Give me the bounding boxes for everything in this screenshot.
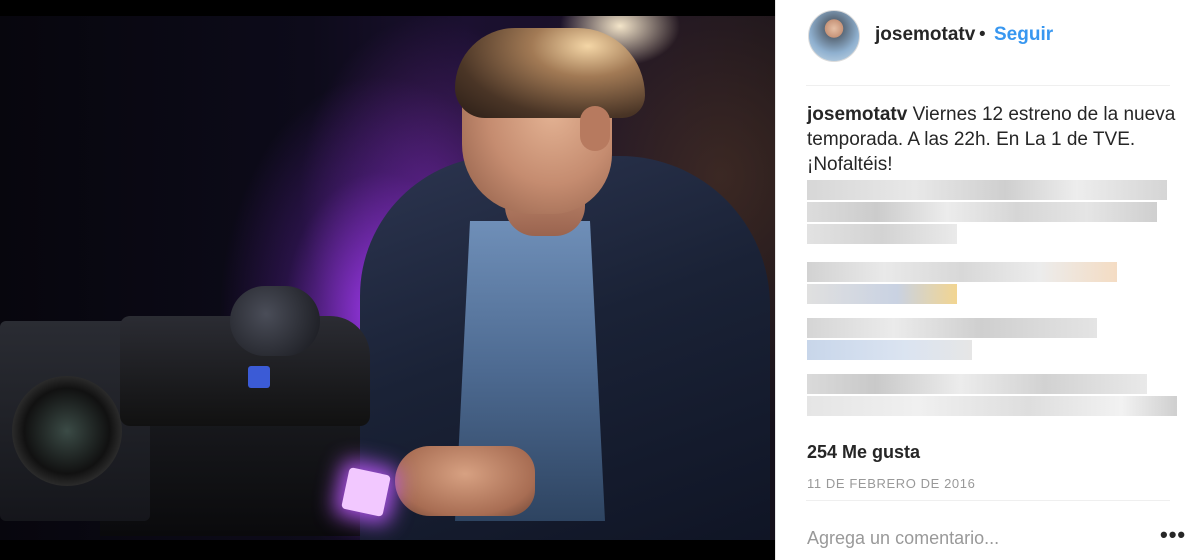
likes-count[interactable]: 254 Me gusta bbox=[807, 442, 920, 463]
blurred-comment-row bbox=[807, 340, 972, 360]
blurred-comment-row bbox=[807, 202, 1157, 222]
blurred-comment-row bbox=[807, 180, 1167, 200]
blurred-comments bbox=[807, 180, 1177, 428]
post-date: 11 DE FEBRERO DE 2016 bbox=[807, 476, 976, 491]
blurred-comment-row bbox=[807, 374, 1147, 394]
post-caption: josemotatv Viernes 12 estreno de la nuev… bbox=[807, 102, 1177, 177]
blurred-comment-row bbox=[807, 396, 1177, 416]
post-header: josemotatv • Seguir bbox=[776, 0, 1200, 86]
profile-avatar[interactable] bbox=[808, 10, 860, 62]
photo-camera-lens bbox=[12, 376, 122, 486]
photo-camera-eyepiece bbox=[230, 286, 320, 356]
footer-divider bbox=[806, 500, 1170, 501]
more-options-icon[interactable]: ••• bbox=[1160, 522, 1186, 548]
photo-frame bbox=[0, 16, 776, 540]
blurred-comment-row bbox=[807, 284, 957, 304]
photo-camera-accent bbox=[248, 366, 270, 388]
photo-person-hand bbox=[395, 446, 535, 516]
follow-button[interactable]: Seguir bbox=[994, 24, 1053, 46]
caption-username-link[interactable]: josemotatv bbox=[807, 104, 907, 125]
photo-person-ear bbox=[580, 106, 610, 151]
blurred-comment-row bbox=[807, 224, 957, 244]
header-separator: • bbox=[979, 24, 986, 45]
header-username-link[interactable]: josemotatv bbox=[875, 24, 975, 46]
photo-glow-screen bbox=[341, 467, 391, 517]
blurred-comment-row bbox=[807, 262, 1117, 282]
header-divider bbox=[806, 85, 1170, 86]
post-photo[interactable] bbox=[0, 0, 776, 560]
blurred-comment-row bbox=[807, 318, 1097, 338]
photo-person-hair bbox=[455, 28, 645, 118]
post-side-panel: josemotatv • Seguir josemotatv Viernes 1… bbox=[776, 0, 1200, 560]
comment-input[interactable] bbox=[807, 525, 1137, 551]
